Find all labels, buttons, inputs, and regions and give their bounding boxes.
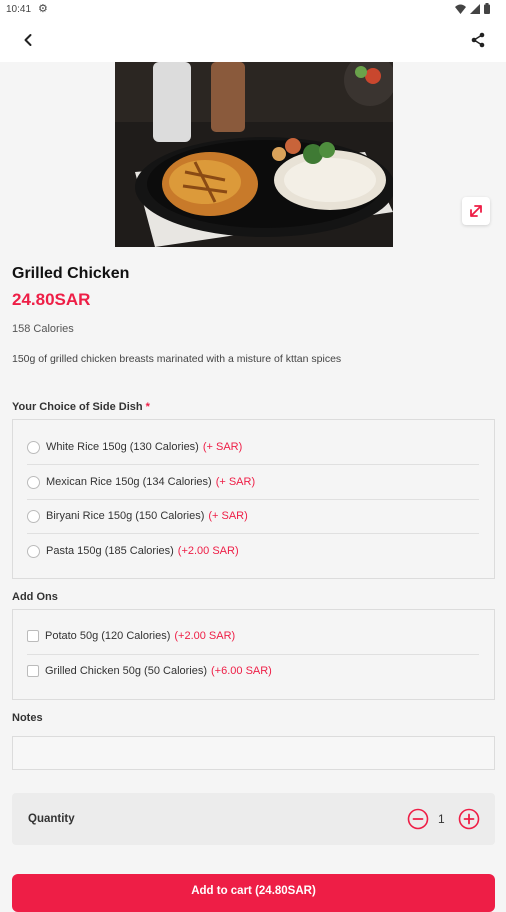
expand-icon	[470, 205, 482, 217]
option-extra-price: (+ SAR)	[208, 510, 248, 522]
radio-button[interactable]	[27, 440, 40, 454]
add-ons-options: Potato 50g (120 Calories) (+2.00 SAR) Gr…	[12, 609, 495, 700]
dish-description: 150g of grilled chicken breasts marinate…	[12, 353, 342, 365]
radio-button[interactable]	[27, 544, 40, 558]
option-extra-price: (+2.00 SAR)	[174, 630, 236, 642]
dish-price: 24.80SAR	[12, 290, 91, 309]
side-dish-title-text: Your Choice of Side Dish	[12, 401, 143, 413]
side-dish-option[interactable]: Mexican Rice 150g (134 Calories) (+ SAR)	[27, 465, 479, 499]
option-label: Grilled Chicken 50g (50 Calories)	[45, 665, 208, 677]
checkbox[interactable]	[27, 665, 39, 677]
required-mark: *	[145, 401, 150, 413]
dish-photo	[115, 62, 393, 247]
app-bar	[0, 18, 506, 62]
plus-icon[interactable]	[458, 808, 480, 830]
share-icon[interactable]	[468, 30, 488, 50]
status-icons	[455, 3, 490, 14]
option-extra-price: (+6.00 SAR)	[211, 665, 272, 677]
quantity-card: Quantity 1	[12, 793, 495, 845]
notes-title: Notes	[12, 712, 43, 724]
radio-button[interactable]	[27, 509, 40, 523]
dish-calories: 158 Calories	[12, 323, 74, 335]
settings-icon: ⚙	[38, 3, 48, 15]
quantity-label: Quantity	[28, 813, 75, 825]
quantity-value: 1	[438, 812, 445, 826]
radio-button[interactable]	[27, 475, 40, 489]
add-ons-title: Add Ons	[12, 591, 58, 603]
option-label: Mexican Rice 150g (134 Calories)	[46, 476, 212, 488]
side-dish-option[interactable]: White Rice 150g (130 Calories) (+ SAR)	[27, 430, 479, 464]
add-to-cart-button[interactable]: Add to cart (24.80SAR)	[12, 874, 495, 912]
notes-input[interactable]	[12, 736, 495, 770]
option-label: Pasta 150g (185 Calories)	[46, 545, 174, 557]
option-extra-price: (+ SAR)	[202, 441, 243, 453]
back-icon[interactable]	[18, 30, 38, 50]
side-dish-title: Your Choice of Side Dish *	[12, 401, 150, 413]
minus-icon[interactable]	[407, 808, 429, 830]
option-label: Biryani Rice 150g (150 Calories)	[46, 510, 205, 522]
option-extra-price: (+ SAR)	[215, 476, 256, 488]
side-dish-option[interactable]: Pasta 150g (185 Calories) (+2.00 SAR)	[27, 534, 479, 568]
side-dish-options: White Rice 150g (130 Calories) (+ SAR) M…	[12, 419, 495, 579]
side-dish-option[interactable]: Biryani Rice 150g (150 Calories) (+ SAR)	[27, 499, 479, 533]
option-label: White Rice 150g (130 Calories)	[46, 441, 199, 453]
dish-title: Grilled Chicken	[12, 265, 130, 282]
option-extra-price: (+2.00 SAR)	[177, 545, 239, 557]
expand-image-button[interactable]	[462, 197, 490, 225]
battery-icon	[484, 3, 490, 14]
option-label: Potato 50g (120 Calories)	[45, 630, 171, 642]
status-bar: 10:41 ⚙	[0, 0, 506, 18]
add-on-option[interactable]: Potato 50g (120 Calories) (+2.00 SAR)	[27, 619, 479, 653]
status-time: 10:41	[6, 4, 32, 15]
checkbox[interactable]	[27, 630, 39, 642]
add-on-option[interactable]: Grilled Chicken 50g (50 Calories) (+6.00…	[27, 654, 479, 688]
wifi-icon	[455, 4, 466, 14]
dish-image	[115, 62, 393, 247]
add-to-cart-label: Add to cart (24.80SAR)	[191, 885, 316, 897]
signal-icon	[470, 3, 480, 14]
